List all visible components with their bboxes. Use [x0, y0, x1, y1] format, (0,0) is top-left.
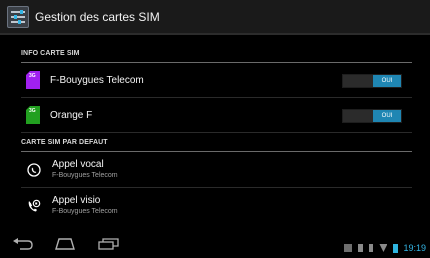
sim-toggle[interactable]: OUI — [342, 74, 402, 88]
gallery-icon — [344, 244, 353, 252]
pref-video-call[interactable]: Appel visio F-Bouygues Telecom — [21, 188, 412, 223]
section-header-info: INFO CARTE SIM — [21, 46, 412, 63]
pref-voice-call[interactable]: Appel vocal F-Bouygues Telecom — [21, 152, 412, 188]
sim-toggle[interactable]: OUI — [342, 109, 402, 123]
sim-row-2[interactable]: 3G Orange F OUI — [21, 98, 412, 133]
sim-name: Orange F — [50, 109, 93, 121]
pref-title: Appel vocal — [52, 159, 104, 170]
recent-apps-icon[interactable] — [98, 238, 120, 250]
system-nav-bar: 19:19 — [0, 232, 430, 258]
action-bar: Gestion des cartes SIM — [0, 0, 430, 35]
status-clock: 19:19 — [403, 243, 426, 253]
page-title: Gestion des cartes SIM — [35, 9, 160, 24]
sim-settings-icon[interactable] — [7, 5, 29, 28]
sim-card-icon: 3G — [26, 71, 40, 89]
toggle-on-label: OUI — [373, 110, 401, 122]
sim-card-icon: 3G — [26, 106, 40, 124]
wifi-icon — [379, 244, 388, 252]
pref-subtitle: F-Bouygues Telecom — [52, 208, 118, 215]
section-header-default: CARTE SIM PAR DEFAUT — [21, 135, 412, 152]
sim-badge: 3G — [29, 108, 36, 114]
sim-row-1[interactable]: 3G F-Bouygues Telecom OUI — [21, 63, 412, 98]
sim-badge: 3G — [29, 73, 36, 79]
pref-title: Appel visio — [52, 195, 101, 206]
back-icon[interactable] — [12, 238, 34, 250]
toggle-on-label: OUI — [373, 75, 401, 87]
video-call-icon — [28, 199, 41, 211]
home-icon[interactable] — [54, 238, 76, 250]
download-icon — [358, 244, 364, 252]
settings-list: INFO CARTE SIM 3G F-Bouygues Telecom OUI… — [21, 46, 412, 223]
sim-name: F-Bouygues Telecom — [50, 74, 144, 86]
battery-icon — [393, 243, 399, 253]
status-area[interactable]: 19:19 — [338, 243, 426, 253]
pref-subtitle: F-Bouygues Telecom — [52, 172, 118, 179]
bluetooth-icon — [369, 244, 374, 252]
phone-icon — [27, 162, 41, 177]
